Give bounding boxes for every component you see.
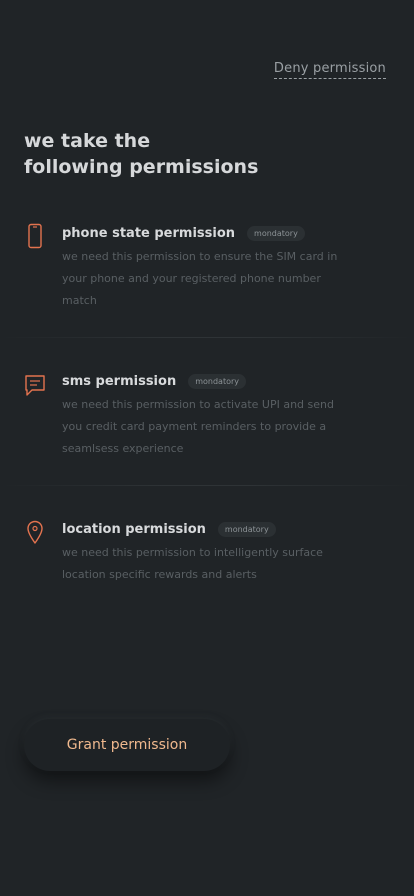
page-heading: we take the following permissions [24,128,344,180]
mandatory-badge: mondatory [247,226,305,241]
mandatory-badge: mondatory [217,522,276,537]
grant-permission-button[interactable]: Grant permission [24,719,230,771]
permission-title: sms permission [62,374,177,389]
permission-description: we need this permission to intelligently… [62,546,323,581]
heading-line-2: following permissions [24,156,259,178]
heading-line-1: we take the [24,130,151,152]
permission-title: location permission [62,522,206,537]
permission-description: we need this permission to activate UPI … [62,398,334,455]
divider [0,485,414,486]
location-pin-icon [24,519,46,545]
phone-icon [24,223,46,249]
permission-description: we need this permission to ensure the SI… [62,250,338,307]
mandatory-badge: mondatory [188,374,246,389]
deny-permission-link[interactable]: Deny permission [273,61,386,79]
permission-title: phone state permission [62,226,236,241]
message-icon [24,372,46,398]
divider [0,337,414,338]
